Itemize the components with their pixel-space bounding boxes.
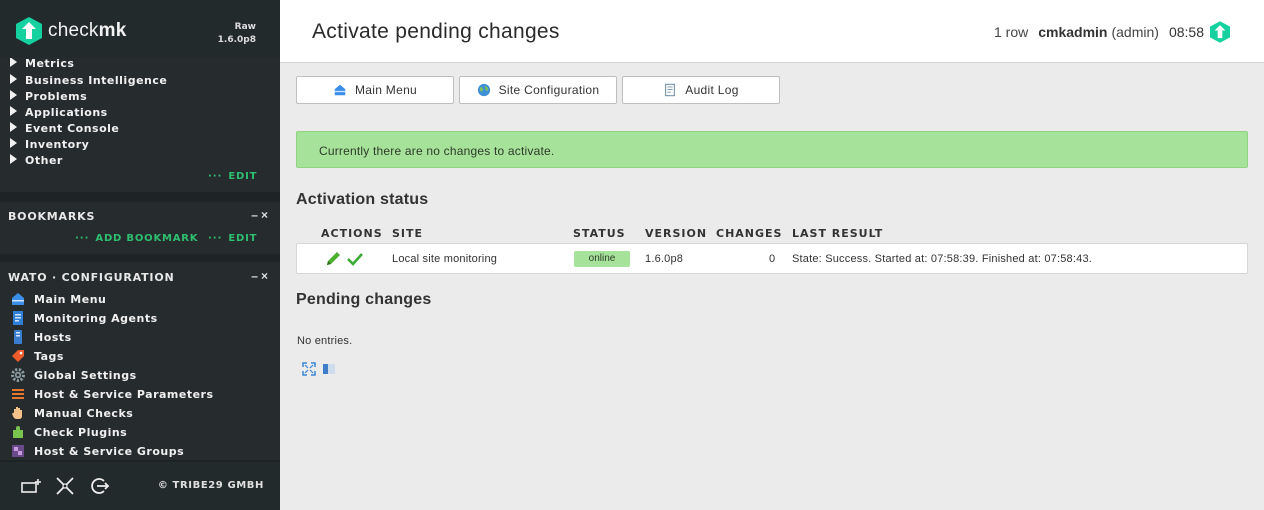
- bookmarks-controls[interactable]: –×: [251, 208, 271, 222]
- agents-icon: [13, 311, 23, 325]
- expand-triangle-icon: [10, 138, 17, 148]
- bookmarks-edit-link[interactable]: ··· EDIT: [208, 233, 257, 244]
- views-edit-link[interactable]: ··· EDIT: [208, 171, 257, 182]
- minimize-icon[interactable]: –: [251, 208, 261, 222]
- main-menu-button-label: Main Menu: [354, 83, 418, 97]
- wato-item-check-plugins[interactable]: Check Plugins: [10, 423, 127, 441]
- wato-title: WATO · CONFIGURATION: [8, 271, 175, 284]
- site-name: Local site monitoring: [392, 253, 498, 265]
- wato-item-global-settings[interactable]: Global Settings: [10, 366, 137, 384]
- fullscreen-icon[interactable]: [302, 362, 316, 376]
- column-header-actions: ACTIONS: [321, 227, 383, 240]
- expand-triangle-icon: [10, 154, 17, 164]
- wato-item-host-service-parameters[interactable]: Host & Service Parameters: [10, 385, 214, 403]
- audit-log-icon: [665, 83, 676, 97]
- tree-item-problems[interactable]: Problems: [10, 90, 87, 103]
- activate-checkmark-icon[interactable]: [346, 251, 364, 267]
- wato-item-hosts[interactable]: Hosts: [10, 328, 72, 346]
- pending-changes-heading: Pending changes: [296, 291, 432, 308]
- tree-item-business-intelligence[interactable]: Business Intelligence: [10, 74, 167, 87]
- expand-triangle-icon: [10, 74, 17, 84]
- tags-icon: [12, 350, 24, 362]
- activation-status-heading: Activation status: [296, 191, 429, 208]
- wato-item-tags[interactable]: Tags: [10, 347, 64, 365]
- version-label: 1.6.0p8: [217, 35, 256, 45]
- success-message-text: Currently there are no changes to activa…: [319, 144, 555, 158]
- version-info: Raw 1.6.0p8: [218, 21, 256, 47]
- rulesets-icon: [12, 389, 24, 399]
- column-header-site: SITE: [392, 227, 424, 240]
- audit-log-button-label: Audit Log: [685, 83, 739, 97]
- status-badge: online: [574, 251, 630, 267]
- groups-icon: [12, 445, 24, 457]
- add-bookmark-link[interactable]: ··· ADD BOOKMARK: [75, 233, 198, 244]
- tree-item-metrics[interactable]: Metrics: [10, 58, 74, 70]
- tree-item-inventory[interactable]: Inventory: [10, 138, 89, 151]
- main-menu-button[interactable]: Main Menu: [296, 76, 454, 104]
- tools-icon[interactable]: [50, 471, 80, 501]
- bookmarks-title: BOOKMARKS: [8, 210, 96, 223]
- wato-snapin: WATO · CONFIGURATION –× Main Menu Monito…: [0, 262, 280, 460]
- gear-icon: [11, 368, 25, 382]
- tree-item-event-console[interactable]: Event Console: [10, 122, 119, 135]
- add-snapin-icon[interactable]: [16, 471, 46, 501]
- wato-item-monitoring-agents[interactable]: Monitoring Agents: [10, 309, 158, 327]
- column-header-last-result: LAST RESULT: [792, 227, 884, 240]
- username[interactable]: cmkadmin: [1038, 24, 1107, 40]
- hand-icon: [12, 407, 22, 419]
- success-message: Currently there are no changes to activa…: [296, 131, 1248, 168]
- site-configuration-button-label: Site Configuration: [498, 83, 600, 97]
- sidebar-footer: © TRIBE29 GMBH: [0, 462, 280, 510]
- views-snapin: Metrics Business Intelligence Problems A…: [0, 58, 280, 192]
- page-title: Activate pending changes: [312, 20, 560, 43]
- expand-triangle-icon: [10, 106, 17, 116]
- column-header-changes: CHANGES: [716, 227, 783, 240]
- change-count: 0: [769, 253, 776, 265]
- wato-item-manual-checks[interactable]: Manual Checks: [10, 404, 133, 422]
- bookmarks-snapin: BOOKMARKS –× ··· ADD BOOKMARK ··· EDIT: [0, 202, 280, 254]
- copyright-text: © TRIBE29 GMBH: [157, 480, 264, 491]
- header-info: 1 row cmkadmin (admin) 08:58: [994, 21, 1230, 43]
- audit-log-button[interactable]: Audit Log: [622, 76, 780, 104]
- row-count: 1 row: [994, 24, 1029, 40]
- sidebar: checkmk Raw 1.6.0p8 Metrics Business Int…: [0, 0, 280, 510]
- wato-controls[interactable]: –×: [251, 269, 271, 283]
- site-configuration-button[interactable]: Site Configuration: [459, 76, 617, 104]
- hosts-icon: [14, 330, 22, 344]
- checkmk-logo-icon[interactable]: [16, 17, 42, 45]
- globe-icon: [477, 83, 490, 97]
- column-header-version: VERSION: [645, 227, 708, 240]
- no-entries-text: No entries.: [297, 335, 353, 347]
- expand-triangle-icon: [10, 90, 17, 100]
- logo-text[interactable]: checkmk: [48, 20, 127, 42]
- wato-item-main-menu[interactable]: Main Menu: [10, 290, 106, 308]
- page-header: Activate pending changes 1 row cmkadmin …: [280, 0, 1264, 63]
- wato-item-host-service-groups[interactable]: Host & Service Groups: [10, 442, 184, 460]
- sidebar-header: checkmk Raw 1.6.0p8: [0, 0, 280, 62]
- tree-item-other[interactable]: Other: [10, 154, 63, 167]
- user-role: (admin): [1111, 24, 1159, 40]
- column-header-status: STATUS: [573, 227, 626, 240]
- expand-triangle-icon: [10, 122, 17, 132]
- tree-item-applications[interactable]: Applications: [10, 106, 108, 119]
- table-row: Local site monitoring online 1.6.0p8 0 S…: [296, 243, 1248, 274]
- checkmk-small-logo-icon[interactable]: [1210, 21, 1230, 43]
- edit-pencil-icon[interactable]: [324, 251, 342, 267]
- expand-triangle-icon: [10, 58, 17, 67]
- puzzle-icon: [13, 426, 23, 438]
- last-result: State: Success. Started at: 07:58:39. Fi…: [792, 253, 1093, 265]
- main-menu-icon: [12, 293, 24, 305]
- main-menu-icon: [334, 84, 346, 96]
- sidebar-toggle-icon[interactable]: [322, 362, 336, 376]
- clock: 08:58: [1168, 24, 1204, 40]
- edition-label: Raw: [234, 22, 256, 32]
- close-icon[interactable]: ×: [261, 208, 271, 222]
- site-version: 1.6.0p8: [645, 253, 684, 265]
- logout-icon[interactable]: [84, 471, 114, 501]
- close-icon[interactable]: ×: [261, 269, 271, 283]
- minimize-icon[interactable]: –: [251, 269, 261, 283]
